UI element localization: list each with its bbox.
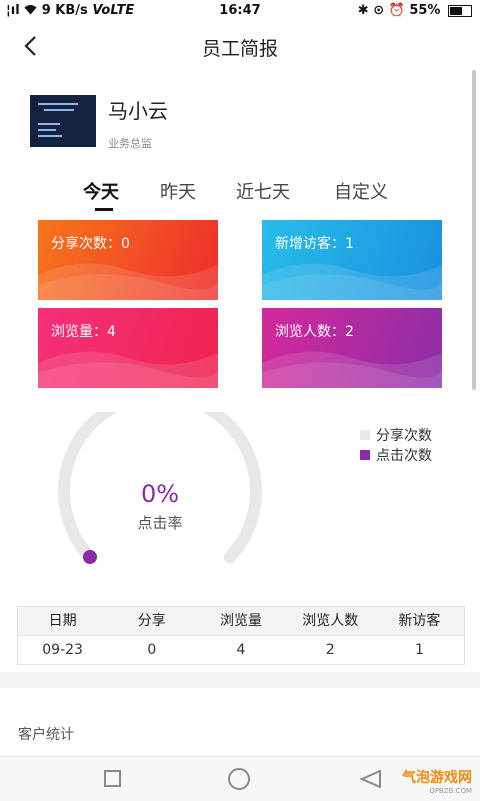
shares-count: 分享次数：0 [51,236,130,252]
active-tab-indicator [95,208,113,211]
status-right: ✱ ⊙ ⏰ 55% [358,3,472,18]
avatar [30,95,96,147]
legend-swatch [360,430,370,440]
column-header: 日期 [48,613,77,629]
tab-yesterday[interactable]: 昨天 [160,178,196,204]
watermark-text: 气泡游戏网 [402,770,472,786]
stat-card-views[interactable]: 浏览量：4 [38,308,218,388]
recent-apps-button[interactable] [104,770,121,787]
watermark-sub: QPBZB.COM [429,787,472,795]
tab-today[interactable]: 今天 [83,178,119,204]
legend-label: 点击次数 [376,448,432,464]
customer-stats-heading: 客户统计 [18,727,74,743]
employee-name: 马小云 [108,99,168,123]
stats-table: 日期 分享 浏览量 浏览人数 新访客 09-23 0 4 2 1 [17,606,465,665]
home-button[interactable] [228,768,250,790]
scrollbar[interactable] [472,70,476,390]
bluetooth-icon: ✱ [357,3,369,18]
column-header: 新访客 [398,613,441,629]
table-row: 09-23 0 4 2 1 [18,635,464,664]
battery-icon [448,4,472,17]
table-cell: 0 [147,642,157,658]
profile-block: 马小云 业务总监 [30,95,168,150]
tab-last-seven-days[interactable]: 近七天 [236,178,290,204]
table-header: 日期 分享 浏览量 浏览人数 新访客 [18,607,464,635]
tab-custom[interactable]: 自定义 [334,178,388,204]
page-title: 员工简报 [201,38,278,60]
battery-percent: 55% [409,3,441,18]
viewers-count: 浏览人数：2 [275,324,354,340]
table-cell: 4 [236,642,246,658]
watermark-logo: 气泡游戏网 QPBZB.COM [402,767,472,795]
section-divider [0,672,480,688]
alarm-icon: ⏰ [388,3,405,18]
views-count: 浏览量：4 [51,324,116,340]
table-cell: 2 [325,642,335,658]
gauge-legend: 分享次数 点击次数 [360,425,432,465]
column-header: 浏览人数 [302,613,359,629]
legend-label: 分享次数 [376,428,432,444]
stat-card-new-visitors[interactable]: 新增访客：1 [262,220,442,300]
column-header: 浏览量 [220,613,262,629]
legend-item-clicks: 点击次数 [360,445,432,465]
gauge-indicator [83,550,97,564]
lock-rotation-icon: ⊙ [373,3,385,18]
click-rate-percent: 0% [140,480,180,508]
nav-bar: 员工简报 [0,22,480,70]
system-back-button[interactable] [360,770,382,788]
stat-card-viewers[interactable]: 浏览人数：2 [262,308,442,388]
column-header: 分享 [137,613,166,629]
status-bar: ¦ıl 9 KB/s VoLTE 16:47 ✱ ⊙ ⏰ 55% [0,0,480,22]
legend-swatch [360,450,370,460]
new-visitors-count: 新增访客：1 [275,236,354,252]
table-cell: 1 [414,642,424,658]
date-tabs: 今天 昨天 近七天 自定义 [0,178,480,211]
legend-item-shares: 分享次数 [360,425,432,445]
employee-role: 业务总监 [108,137,152,150]
system-nav-bar: 气泡游戏网 QPBZB.COM [0,756,480,801]
table-cell: 09-23 [42,642,83,658]
click-rate-label: 点击率 [137,514,183,532]
stat-card-shares[interactable]: 分享次数：0 [38,220,218,300]
